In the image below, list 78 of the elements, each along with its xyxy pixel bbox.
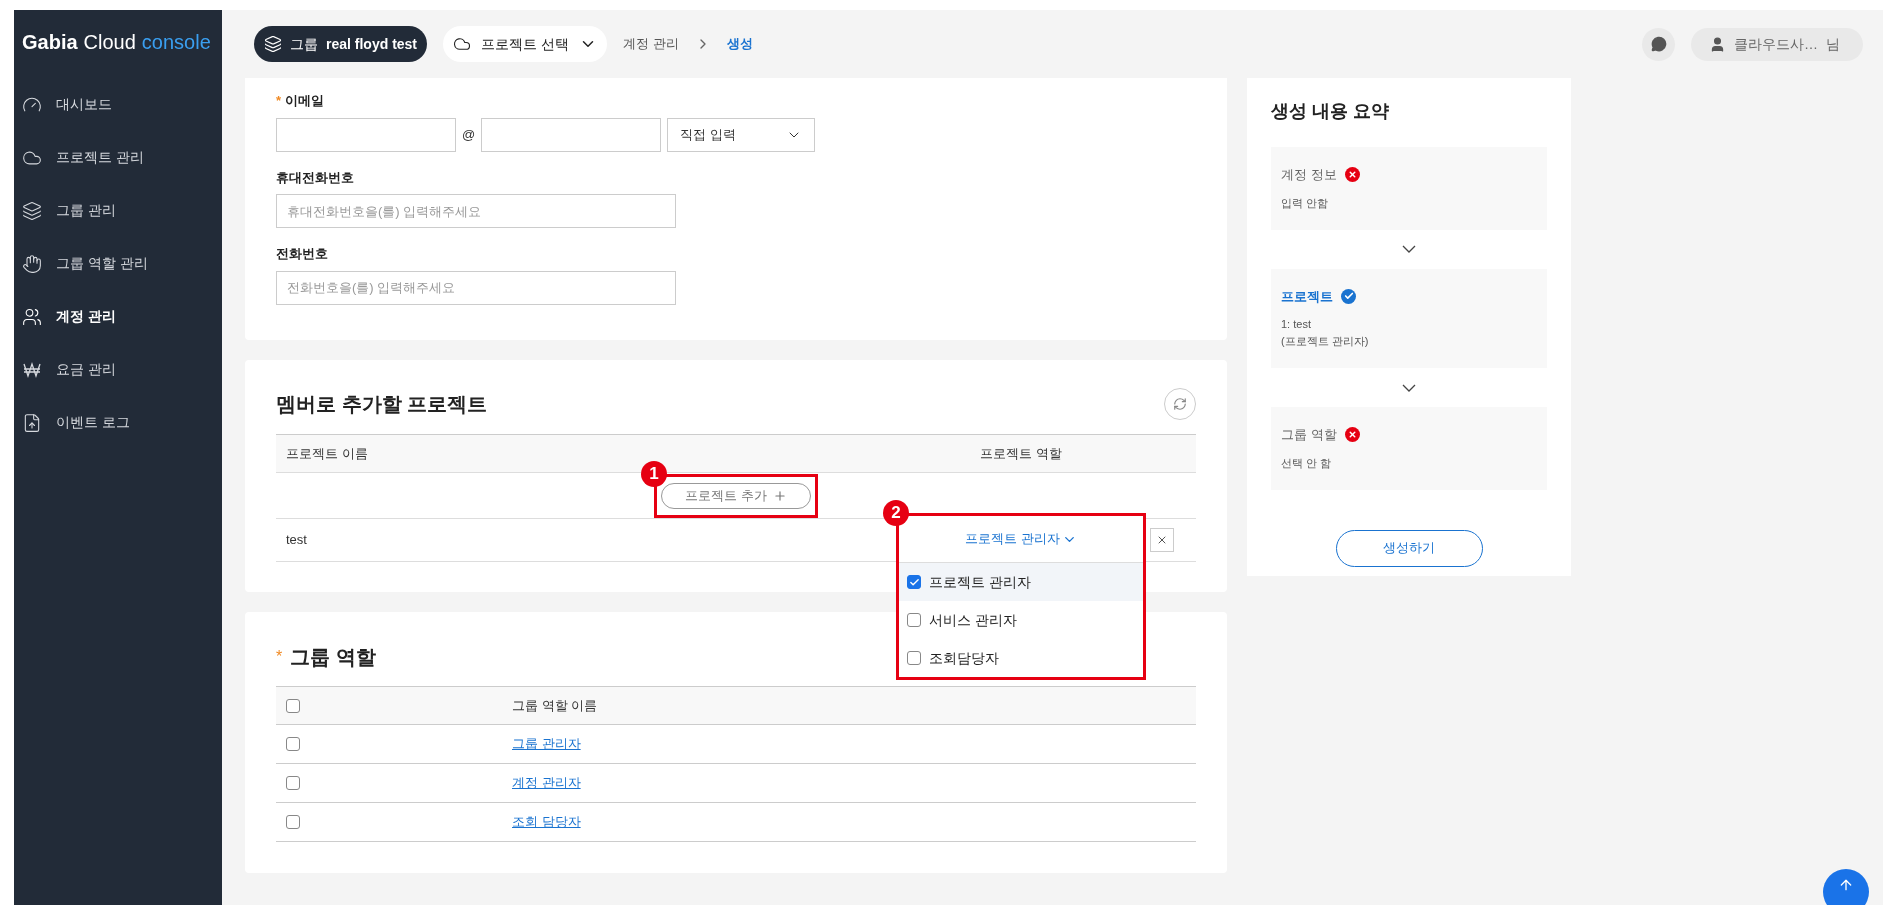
column-header: 프로젝트 역할 <box>979 444 1063 463</box>
sidebar-item[interactable]: 그룹 관리 <box>14 184 222 237</box>
layers-icon <box>264 35 282 53</box>
document-icon <box>22 412 42 433</box>
email-domain-input[interactable] <box>481 117 662 152</box>
step-title: 계정 정보 <box>1281 166 1337 184</box>
logo-suffix: console <box>141 30 211 55</box>
checkbox[interactable] <box>907 575 921 589</box>
role-dropdown[interactable]: 프로젝트 관리자 <box>965 529 1077 549</box>
field-label: 휴대전화번호 <box>276 168 355 187</box>
sidebar-item[interactable]: 계정 관리 <box>14 290 222 343</box>
people-icon <box>22 306 42 327</box>
table-cell-text: test <box>285 531 308 550</box>
group-label: 그룹 <box>290 34 318 54</box>
step-detail: 입력 안함 <box>1281 195 1330 211</box>
chevron-down-icon <box>1402 383 1416 392</box>
dropdown-option[interactable]: 서비스 관리자 <box>899 601 1143 639</box>
required-mark: * <box>276 92 282 110</box>
sidebar-item[interactable]: 대시보드 <box>14 78 222 131</box>
person-icon <box>1709 35 1726 53</box>
group-name: real floyd test <box>326 34 418 54</box>
chevron-down-icon <box>1402 245 1416 253</box>
sidebar-item[interactable]: 프로젝트 관리 <box>14 131 222 184</box>
phone-input[interactable]: 휴대전화번호을(를) 입력해주세요 <box>276 194 676 228</box>
select-all-checkbox[interactable] <box>286 698 300 713</box>
logo-brand: Gabia <box>22 30 78 55</box>
step-title: 프로젝트 <box>1281 287 1333 306</box>
step-detail: (프로젝트 관리자) <box>1281 334 1370 349</box>
role-link[interactable]: 그룹 관리자 <box>512 734 581 754</box>
step-detail: 1: test <box>1281 317 1312 332</box>
hand-icon <box>22 253 42 274</box>
option-label: 서비스 관리자 <box>929 610 1017 630</box>
user-menu[interactable]: 클라우드사… 님 <box>1691 27 1863 61</box>
at-sign: @ <box>461 125 477 144</box>
option-label: 조회담당자 <box>929 648 999 668</box>
dropdown-option[interactable]: 프로젝트 관리자 <box>899 563 1143 601</box>
sidebar-item[interactable]: 이벤트 로그 <box>14 396 222 449</box>
annotation-number: 2 <box>883 500 909 526</box>
domain-select[interactable]: 직접 입력 <box>667 117 816 152</box>
breadcrumb-item[interactable]: 생성 <box>726 34 753 54</box>
layers-icon <box>22 200 42 221</box>
chat-button[interactable] <box>1642 27 1675 61</box>
checkbox[interactable] <box>907 651 921 665</box>
field-label: 이메일 <box>285 92 325 110</box>
cloud-icon <box>453 35 472 53</box>
sidebar-item[interactable]: 요금 관리 <box>14 343 222 396</box>
column-header: 프로젝트 이름 <box>285 444 369 463</box>
sidebar-item[interactable]: 그룹 역할 관리 <box>14 237 222 290</box>
logo-product: Cloud <box>83 30 136 55</box>
user-suffix: 님 <box>1826 34 1840 54</box>
field-label: 전화번호 <box>276 245 329 263</box>
section-title: 그룹 역할 <box>290 645 376 670</box>
refresh-icon <box>1173 397 1187 411</box>
checkbox[interactable] <box>286 815 300 829</box>
option-label: 프로젝트 관리자 <box>929 572 1031 592</box>
role-link[interactable]: 조회 담당자 <box>512 812 581 832</box>
group-chip[interactable]: 그룹 real floyd test <box>254 26 428 62</box>
checkbox[interactable] <box>907 613 921 627</box>
step-detail: 선택 안 함 <box>1281 455 1333 471</box>
remove-button[interactable] <box>1150 528 1174 552</box>
section-title: 멤버로 추가할 프로젝트 <box>276 392 488 417</box>
checkbox[interactable] <box>286 776 300 790</box>
email-id-input[interactable] <box>276 117 456 152</box>
role-link[interactable]: 계정 관리자 <box>512 773 581 793</box>
dropdown-option[interactable]: 조회담당자 <box>899 639 1143 677</box>
summary-title: 생성 내용 요약 <box>1271 100 1390 123</box>
project-select[interactable]: 프로젝트 선택 <box>443 26 607 62</box>
phone-input[interactable]: 전화번호을(를) 입력해주세요 <box>276 270 676 305</box>
column-header: 그룹 역할 이름 <box>512 696 598 715</box>
step-title: 그룹 역할 <box>1281 426 1337 444</box>
checkbox[interactable] <box>286 737 300 751</box>
close-icon <box>1156 534 1168 546</box>
chat-bubble-icon <box>1650 36 1667 52</box>
breadcrumb-item[interactable]: 계정 관리 <box>622 34 679 54</box>
plus-icon <box>772 488 787 503</box>
user-name: 클라우드사… <box>1734 34 1818 54</box>
required-mark: * <box>276 647 283 667</box>
scroll-top-button[interactable] <box>1823 869 1869 905</box>
